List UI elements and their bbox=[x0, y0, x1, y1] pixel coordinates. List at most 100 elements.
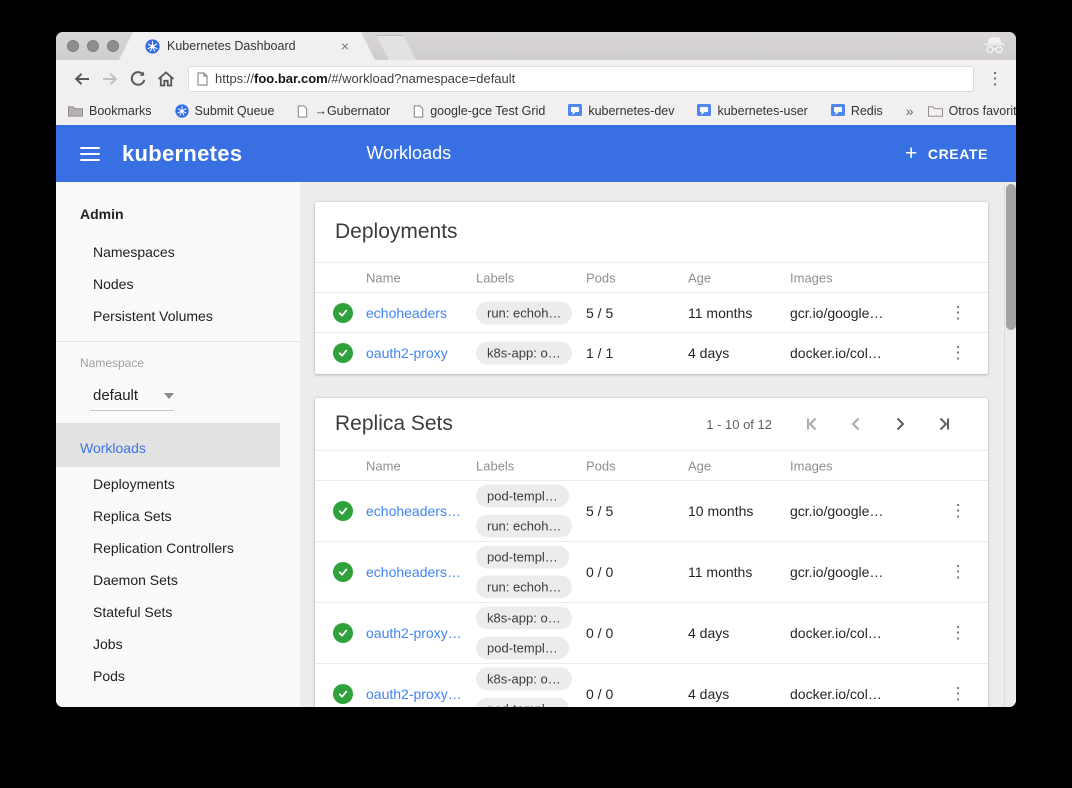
last-page-icon[interactable] bbox=[922, 412, 966, 436]
replica-set-link[interactable]: oauth2-proxy… bbox=[366, 625, 462, 641]
row-menu-icon[interactable]: ⋮ bbox=[949, 343, 967, 363]
status-ok-icon bbox=[333, 303, 353, 323]
zoom-window-button[interactable] bbox=[107, 40, 119, 52]
pods-cell: 0 / 0 bbox=[586, 686, 613, 702]
pods-cell: 5 / 5 bbox=[586, 305, 613, 321]
url-text: https://foo.bar.com/#/workload?namespace… bbox=[215, 71, 515, 86]
create-button[interactable]: + CREATE bbox=[905, 143, 988, 164]
forward-icon[interactable] bbox=[96, 65, 124, 93]
deployments-card: Deployments Name Labels Pods Age Images … bbox=[315, 202, 988, 374]
replica-set-link[interactable]: echoheaders… bbox=[366, 564, 461, 580]
sidebar-item-replication-controllers[interactable]: Replication Controllers bbox=[93, 540, 234, 556]
row-menu-icon[interactable]: ⋮ bbox=[949, 501, 967, 521]
scrollbar-track[interactable] bbox=[1004, 182, 1016, 707]
sidebar-item-pods[interactable]: Pods bbox=[93, 668, 125, 684]
pods-cell: 0 / 0 bbox=[586, 625, 613, 641]
replica-sets-card-title: Replica Sets bbox=[335, 412, 453, 436]
sidebar-nav: Admin Namespaces Nodes Persistent Volume… bbox=[56, 182, 300, 707]
sidebar-item-persistent-volumes[interactable]: Persistent Volumes bbox=[93, 308, 213, 324]
status-ok-icon bbox=[333, 501, 353, 521]
deployment-link[interactable]: echoheaders bbox=[366, 305, 447, 321]
sidebar-item-replica-sets[interactable]: Replica Sets bbox=[93, 508, 172, 524]
plus-icon: + bbox=[905, 143, 918, 164]
row-menu-icon[interactable]: ⋮ bbox=[949, 303, 967, 323]
pagination: 1 - 10 of 12 bbox=[706, 412, 966, 436]
sidebar-item-daemon-sets[interactable]: Daemon Sets bbox=[93, 572, 178, 588]
replica-sets-table-header: Name Labels Pods Age Images bbox=[315, 450, 988, 480]
age-cell: 4 days bbox=[688, 686, 729, 702]
pods-cell: 1 / 1 bbox=[586, 345, 613, 361]
column-header-labels: Labels bbox=[476, 270, 514, 285]
page-icon bbox=[297, 105, 308, 118]
sidebar-divider bbox=[56, 341, 300, 342]
sidebar-item-jobs[interactable]: Jobs bbox=[93, 636, 123, 652]
column-header-name: Name bbox=[366, 270, 401, 285]
new-tab-button[interactable] bbox=[376, 35, 416, 60]
status-ok-icon bbox=[333, 343, 353, 363]
bookmark-submit-queue[interactable]: Submit Queue bbox=[175, 104, 275, 118]
images-cell: gcr.io/google… bbox=[790, 564, 883, 580]
url-bar[interactable]: https://foo.bar.com/#/workload?namespace… bbox=[188, 66, 974, 92]
namespace-label: Namespace bbox=[80, 356, 144, 370]
bookmark-gubernator[interactable]: →Gubernator bbox=[297, 104, 390, 118]
bookmark-kubernetes-user[interactable]: kubernetes-user bbox=[697, 104, 807, 118]
table-row: oauth2-proxy… k8s-app: o…pod-templ… 0 / … bbox=[315, 602, 988, 663]
pods-cell: 5 / 5 bbox=[586, 503, 613, 519]
next-page-icon[interactable] bbox=[878, 412, 922, 436]
browser-tab[interactable]: Kubernetes Dashboard × bbox=[119, 32, 375, 60]
sidebar-section-admin[interactable]: Admin bbox=[80, 206, 124, 222]
column-header-images: Images bbox=[790, 458, 833, 473]
tab-close-icon[interactable]: × bbox=[341, 38, 349, 54]
bookmark-other-favorites[interactable]: Otros favoritos bbox=[928, 104, 1016, 118]
images-cell: docker.io/col… bbox=[790, 686, 882, 702]
status-ok-icon bbox=[333, 684, 353, 704]
browser-window: Kubernetes Dashboard × bbox=[56, 32, 1016, 707]
reload-icon[interactable] bbox=[124, 65, 152, 93]
first-page-icon[interactable] bbox=[790, 412, 834, 436]
replica-set-link[interactable]: oauth2-proxy… bbox=[366, 686, 462, 702]
bookmark-kubernetes-dev[interactable]: kubernetes-dev bbox=[568, 104, 674, 118]
table-row: echoheaders run: echoh… 5 / 5 11 months … bbox=[315, 292, 988, 332]
row-menu-icon[interactable]: ⋮ bbox=[949, 623, 967, 643]
previous-page-icon[interactable] bbox=[834, 412, 878, 436]
groups-icon bbox=[568, 104, 582, 118]
bookmarks-overflow-icon[interactable]: » bbox=[906, 103, 914, 119]
namespace-select-underline bbox=[90, 410, 174, 411]
folder-icon bbox=[928, 105, 943, 117]
bookmark-redis[interactable]: Redis bbox=[831, 104, 883, 118]
namespace-select[interactable]: default bbox=[93, 387, 174, 404]
deployment-link[interactable]: oauth2-proxy bbox=[366, 345, 448, 361]
back-icon[interactable] bbox=[68, 65, 96, 93]
row-menu-icon[interactable]: ⋮ bbox=[949, 562, 967, 582]
replica-set-link[interactable]: echoheaders… bbox=[366, 503, 461, 519]
browser-menu-icon[interactable]: ⋮ bbox=[984, 69, 1006, 89]
sidebar-item-namespaces[interactable]: Namespaces bbox=[93, 244, 175, 260]
minimize-window-button[interactable] bbox=[87, 40, 99, 52]
column-header-name: Name bbox=[366, 458, 401, 473]
sidebar-item-deployments[interactable]: Deployments bbox=[93, 476, 175, 492]
close-window-button[interactable] bbox=[67, 40, 79, 52]
bookmark-bookmarks[interactable]: Bookmarks bbox=[68, 104, 152, 118]
pods-cell: 0 / 0 bbox=[586, 564, 613, 580]
sidebar-item-workloads[interactable]: Workloads bbox=[80, 440, 146, 456]
table-row: oauth2-proxy… k8s-app: o…pod-templ… 0 / … bbox=[315, 663, 988, 707]
kubernetes-icon bbox=[175, 104, 189, 118]
deployments-card-title: Deployments bbox=[335, 220, 458, 244]
kubernetes-logo[interactable]: kubernetes bbox=[122, 141, 242, 167]
scrollbar-thumb[interactable] bbox=[1006, 184, 1016, 330]
chevron-down-icon bbox=[164, 393, 174, 399]
bookmark-gce-test-grid[interactable]: google-gce Test Grid bbox=[413, 104, 545, 118]
label-chips: run: echoh… bbox=[476, 301, 572, 324]
sidebar-item-nodes[interactable]: Nodes bbox=[93, 276, 133, 292]
label-chips: k8s-app: o…pod-templ… bbox=[476, 668, 572, 708]
kubernetes-favicon-icon bbox=[145, 39, 160, 54]
home-icon[interactable] bbox=[152, 65, 180, 93]
sidebar-item-stateful-sets[interactable]: Stateful Sets bbox=[93, 604, 172, 620]
hamburger-menu-icon[interactable] bbox=[80, 147, 100, 161]
column-header-labels: Labels bbox=[476, 458, 514, 473]
row-menu-icon[interactable]: ⋮ bbox=[949, 684, 967, 704]
groups-icon bbox=[831, 104, 845, 118]
age-cell: 11 months bbox=[688, 564, 752, 580]
age-cell: 11 months bbox=[688, 305, 752, 321]
age-cell: 10 months bbox=[688, 503, 753, 519]
